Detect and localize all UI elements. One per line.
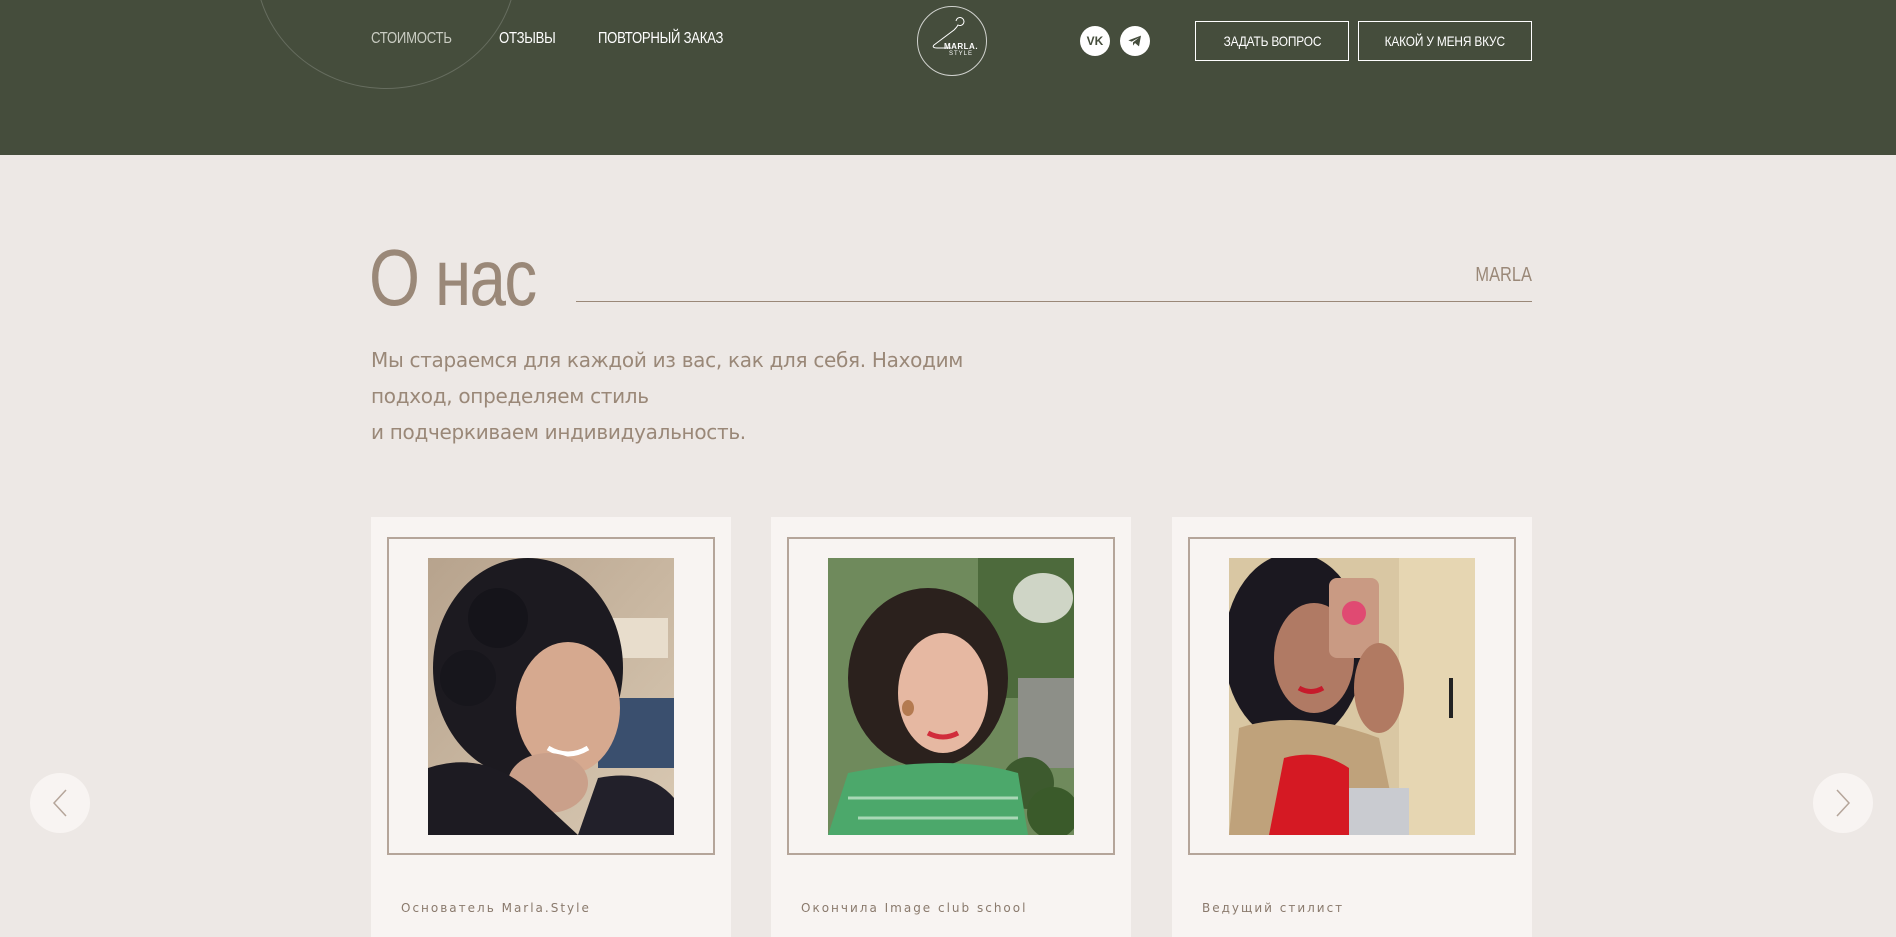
team-card: Основатель Marla.Style bbox=[371, 517, 731, 937]
chevron-left-icon bbox=[52, 789, 67, 817]
main-nav: СТОИМОСТЬ ОТЗЫВЫ ПОВТОРНЫЙ ЗАКАЗ bbox=[371, 30, 751, 48]
section-title: О нас bbox=[369, 233, 537, 322]
team-card-caption: Ведущий стилист bbox=[1202, 901, 1345, 915]
site-header: СТОИМОСТЬ ОТЗЫВЫ ПОВТОРНЫЙ ЗАКАЗ MARLA. … bbox=[0, 0, 1896, 155]
vk-icon: VK bbox=[1086, 34, 1104, 48]
telegram-link[interactable] bbox=[1120, 26, 1150, 56]
team-card-caption: Основатель Marla.Style bbox=[401, 901, 591, 915]
intro-line: подход, определяем стиль bbox=[371, 384, 649, 408]
nav-link-reorder[interactable]: ПОВТОРНЫЙ ЗАКАЗ bbox=[598, 30, 723, 48]
nav-link-pricing[interactable]: СТОИМОСТЬ bbox=[371, 30, 452, 48]
title-divider bbox=[576, 301, 1532, 302]
nav-link-reviews[interactable]: ОТЗЫВЫ bbox=[499, 30, 556, 48]
hanger-icon bbox=[932, 17, 965, 49]
team-card: Ведущий стилист bbox=[1172, 517, 1532, 937]
team-card-caption: Окончила Image club school bbox=[801, 901, 1028, 915]
team-photo-founder bbox=[428, 558, 674, 835]
intro-line: Мы стараемся для каждой из вас, как для … bbox=[371, 348, 964, 372]
chevron-right-icon bbox=[1836, 789, 1851, 817]
style-quiz-button[interactable]: КАКОЙ У МЕНЯ ВКУС bbox=[1358, 21, 1532, 61]
intro-line: и подчеркиваем индивидуальность. bbox=[371, 420, 746, 444]
section-intro: Мы стараемся для каждой из вас, как для … bbox=[371, 342, 971, 450]
team-photo-lead-stylist bbox=[1229, 558, 1475, 835]
carousel-prev-button[interactable] bbox=[30, 773, 90, 833]
site-logo[interactable]: MARLA. STYLE bbox=[917, 6, 987, 76]
ask-question-button[interactable]: ЗАДАТЬ ВОПРОС bbox=[1195, 21, 1349, 61]
team-photo-image-club bbox=[828, 558, 1074, 835]
team-card: Окончила Image club school bbox=[771, 517, 1131, 937]
carousel-next-button[interactable] bbox=[1813, 773, 1873, 833]
vk-link[interactable]: VK bbox=[1080, 26, 1110, 56]
telegram-icon bbox=[1128, 35, 1141, 47]
brand-label: MARLA bbox=[1475, 264, 1532, 286]
